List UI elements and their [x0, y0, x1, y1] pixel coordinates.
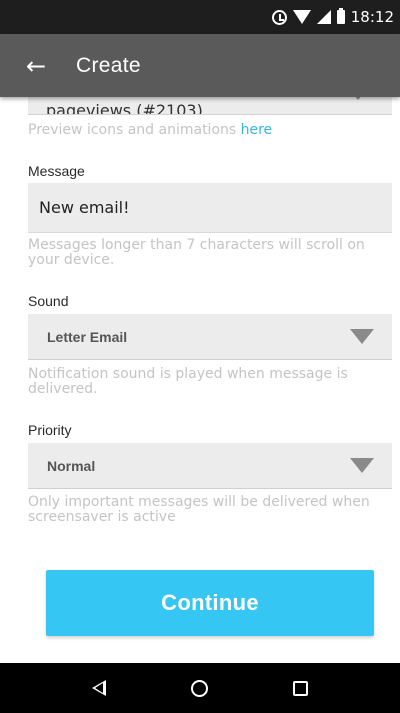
- recents-square-icon[interactable]: [292, 680, 308, 696]
- sound-select-value: Letter Email: [47, 328, 128, 345]
- status-time: 18:12: [350, 8, 394, 26]
- sound-label: Sound: [28, 293, 69, 309]
- icon-select[interactable]: pageviews (#2103): [28, 97, 392, 115]
- preview-here-link[interactable]: here: [241, 122, 273, 138]
- priority-hint: Only important messages will be delivere…: [28, 494, 370, 525]
- alarm-icon: [271, 9, 287, 25]
- icon-select-value: pageviews (#2103): [46, 101, 203, 115]
- wifi-icon: [292, 10, 311, 24]
- status-bar: 18:12: [0, 0, 400, 34]
- sound-hint: Notification sound is played when messag…: [28, 366, 348, 397]
- message-hint: Messages longer than 7 characters will s…: [28, 237, 365, 268]
- page-title: Create: [76, 53, 141, 77]
- dropdown-arrow-icon: [350, 458, 374, 473]
- battery-icon: [336, 8, 345, 24]
- dropdown-arrow-icon: [350, 329, 374, 344]
- arrow-left-icon[interactable]: ←: [26, 52, 54, 80]
- back-triangle-icon[interactable]: [92, 680, 107, 696]
- preview-hint: Preview icons and animations here: [28, 123, 388, 138]
- form-content[interactable]: pageviews (#2103) Preview icons and anim…: [0, 97, 400, 663]
- home-circle-icon[interactable]: [190, 679, 208, 697]
- continue-button[interactable]: Continue: [46, 570, 374, 636]
- dropdown-arrow-icon: [346, 97, 370, 100]
- app-bar: ← Create: [0, 34, 400, 97]
- priority-select-value: Normal: [47, 457, 96, 474]
- priority-select[interactable]: Normal: [28, 443, 392, 489]
- nav-bar: [0, 663, 400, 713]
- sound-select[interactable]: Letter Email: [28, 314, 392, 360]
- message-input[interactable]: [28, 183, 392, 233]
- signal-icon: [316, 10, 331, 24]
- priority-label: Priority: [28, 422, 72, 438]
- message-label: Message: [28, 163, 85, 179]
- preview-hint-text: Preview icons and animations: [28, 122, 241, 138]
